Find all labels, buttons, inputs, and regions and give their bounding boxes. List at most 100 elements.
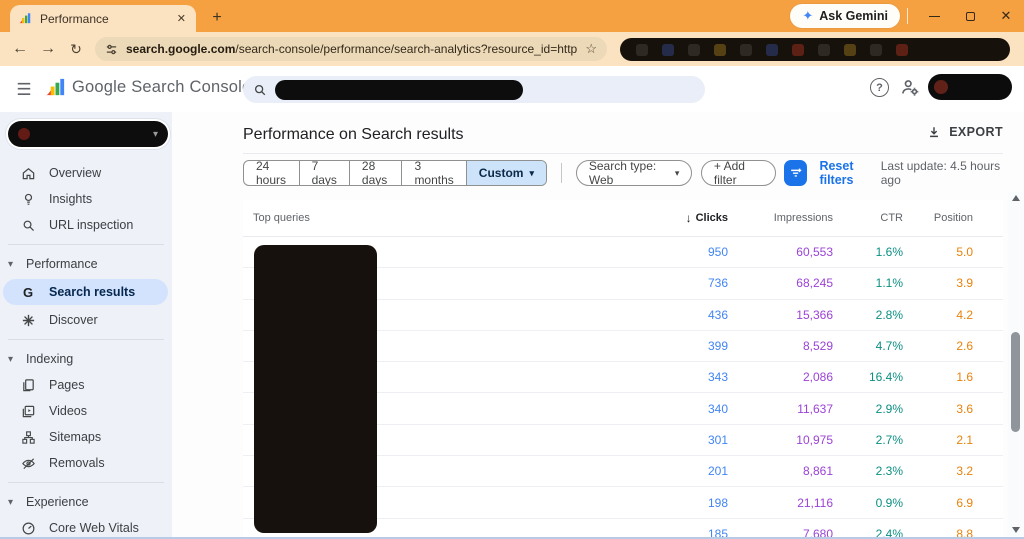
column-top-queries[interactable]: Top queries	[243, 212, 638, 224]
sidebar-item-url-inspection[interactable]: URL inspection	[0, 212, 172, 238]
scrollbar-up-button[interactable]	[1008, 192, 1023, 204]
main-content: Performance on Search results EXPORT 24 …	[172, 112, 1024, 539]
export-button[interactable]: EXPORT	[927, 125, 1003, 139]
close-window-button[interactable]: ✕	[988, 0, 1024, 32]
impressions-cell: 15,366	[728, 308, 833, 322]
scrollbar-down-button[interactable]	[1008, 524, 1023, 536]
filter-bar: 24 hours 7 days 28 days 3 months Custom …	[243, 160, 1003, 186]
date-range-3-months[interactable]: 3 months	[401, 161, 465, 185]
column-position[interactable]: Position	[903, 212, 1003, 224]
address-bar[interactable]: search.google.com/search-console/perform…	[95, 37, 607, 61]
position-cell: 5.0	[903, 245, 1003, 259]
filter-divider	[561, 163, 562, 183]
sidebar-section-experience[interactable]: ▾ Experience	[0, 489, 172, 515]
minimize-button[interactable]	[916, 0, 952, 32]
account-redaction[interactable]	[928, 74, 1012, 100]
tab-close-icon[interactable]: ✕	[175, 12, 188, 25]
manage-users-button[interactable]	[900, 78, 920, 97]
filter-toggle-button[interactable]	[784, 160, 807, 186]
sidebar-item-search-results[interactable]: G Search results	[3, 279, 168, 305]
help-button[interactable]: ?	[870, 78, 889, 97]
sidebar-section-performance[interactable]: ▾ Performance	[0, 251, 172, 277]
forward-button[interactable]: →	[34, 32, 62, 66]
speedometer-icon	[20, 520, 36, 536]
column-clicks[interactable]: ↓ Clicks	[638, 211, 728, 225]
scrollbar[interactable]	[1008, 192, 1023, 536]
clicks-cell: 736	[638, 276, 728, 290]
ctr-cell: 2.7%	[833, 433, 903, 447]
reset-filters-link[interactable]: Reset filters	[819, 159, 880, 187]
url-host: search.google.com	[126, 42, 235, 56]
clicks-cell: 301	[638, 433, 728, 447]
sidebar-item-pages[interactable]: Pages	[0, 372, 172, 398]
add-filter-button[interactable]: + Add filter	[701, 160, 776, 186]
bookmark-icon[interactable]: ☆	[585, 41, 597, 57]
back-button[interactable]: ←	[6, 32, 34, 66]
browser-tab[interactable]: Performance ✕	[10, 5, 196, 32]
column-ctr[interactable]: CTR	[833, 212, 903, 224]
clicks-cell: 399	[638, 339, 728, 353]
position-cell: 4.2	[903, 308, 1003, 322]
ctr-cell: 16.4%	[833, 370, 903, 384]
caret-down-icon: ▾	[529, 168, 534, 179]
extension-icon	[896, 44, 908, 56]
triangle-up-icon	[1012, 195, 1020, 201]
maximize-button[interactable]	[952, 0, 988, 32]
close-icon: ✕	[1001, 8, 1012, 24]
sidebar: ▾ Overview Insights URL inspection ▾ Per…	[0, 112, 172, 539]
sidebar-section-indexing[interactable]: ▾ Indexing	[0, 346, 172, 372]
sitemap-icon	[20, 429, 36, 445]
ctr-cell: 0.9%	[833, 496, 903, 510]
extension-icon	[714, 44, 726, 56]
url-text[interactable]: search.google.com/search-console/perform…	[126, 42, 577, 56]
ctr-cell: 2.3%	[833, 464, 903, 478]
sidebar-divider	[8, 339, 164, 340]
sidebar-item-discover[interactable]: Discover	[0, 307, 172, 333]
site-settings-icon[interactable]	[105, 43, 118, 56]
date-range-7-days[interactable]: 7 days	[299, 161, 349, 185]
sidebar-item-insights[interactable]: Insights	[0, 186, 172, 212]
extensions-redaction	[620, 38, 1010, 61]
date-range-24-hours[interactable]: 24 hours	[244, 161, 299, 185]
date-range-custom[interactable]: Custom ▾	[466, 161, 546, 185]
extension-icon	[792, 44, 804, 56]
property-selector[interactable]: ▾	[8, 121, 168, 147]
chevron-down-icon: ▾	[153, 129, 158, 140]
search-text-redaction	[275, 80, 523, 100]
tab-strip: Performance ✕ + ✦ Ask Gemini ✕	[0, 0, 1024, 32]
caret-down-icon: ▾	[8, 259, 18, 270]
extension-icon	[870, 44, 882, 56]
impressions-cell: 10,975	[728, 433, 833, 447]
header-search-input[interactable]	[243, 76, 705, 103]
scrollbar-thumb[interactable]	[1011, 332, 1020, 432]
new-tab-button[interactable]: +	[206, 7, 228, 29]
url-path: /search-console/performance/search-analy…	[235, 42, 577, 56]
video-icon	[20, 403, 36, 419]
magnifier-icon	[20, 217, 36, 233]
table-header-row: Top queries ↓ Clicks Impressions CTR Pos…	[243, 200, 1003, 237]
sidebar-item-sitemaps[interactable]: Sitemaps	[0, 424, 172, 450]
extension-icon	[844, 44, 856, 56]
sidebar-item-videos[interactable]: Videos	[0, 398, 172, 424]
browser-window: Performance ✕ + ✦ Ask Gemini ✕ ← → ↻ sea…	[0, 0, 1024, 539]
ask-gemini-button[interactable]: ✦ Ask Gemini	[790, 4, 900, 28]
maximize-icon	[966, 12, 975, 21]
search-type-dropdown[interactable]: Search type: Web ▾	[576, 160, 693, 186]
ctr-cell: 2.9%	[833, 402, 903, 416]
sidebar-item-core-web-vitals[interactable]: Core Web Vitals	[0, 515, 172, 539]
ask-gemini-label: Ask Gemini	[819, 9, 888, 23]
search-icon	[253, 83, 267, 97]
position-cell: 1.6	[903, 370, 1003, 384]
triangle-down-icon	[1012, 527, 1020, 533]
sidebar-item-overview[interactable]: Overview	[0, 160, 172, 186]
reload-button[interactable]: ↻	[62, 32, 90, 66]
column-impressions[interactable]: Impressions	[728, 212, 833, 224]
app-header: ☰ Google Search Console ?	[0, 66, 1024, 112]
date-range-28-days[interactable]: 28 days	[349, 161, 402, 185]
extension-icon	[688, 44, 700, 56]
sidebar-item-removals[interactable]: Removals	[0, 450, 172, 476]
clicks-cell: 950	[638, 245, 728, 259]
sort-desc-icon: ↓	[686, 211, 692, 225]
home-icon	[20, 165, 36, 181]
hamburger-menu-icon[interactable]: ☰	[12, 78, 36, 102]
